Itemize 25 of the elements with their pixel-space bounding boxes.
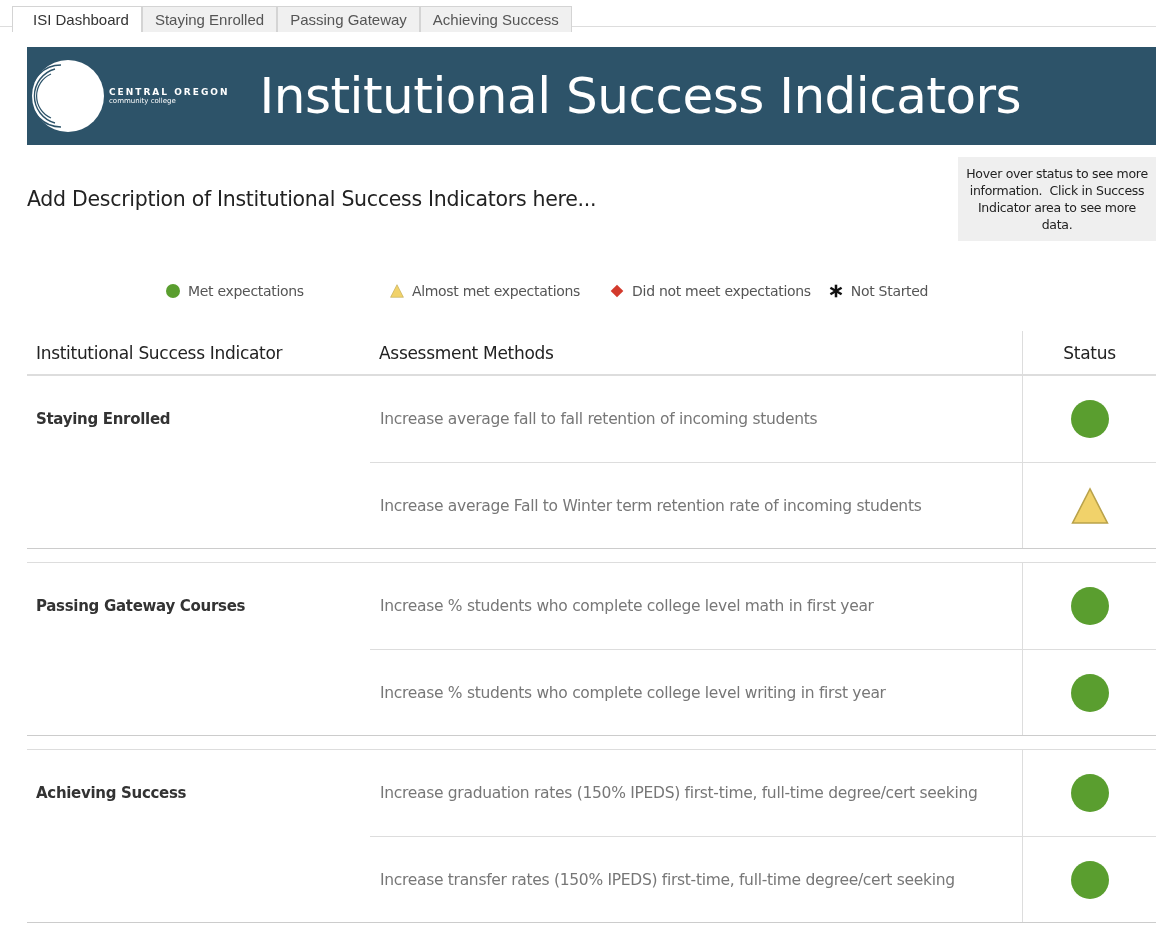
hover-hint-note: Hover over status to see more information. Click in Success Indicator area to see more data. bbox=[958, 157, 1156, 241]
method-text: Increase % students who complete college level writing in first year bbox=[380, 682, 886, 704]
description-text: Add Description of Institutional Success Indicators here... bbox=[27, 187, 597, 211]
legend-label: Met expectations bbox=[188, 283, 304, 299]
tab[interactable]: Achieving Success bbox=[419, 6, 572, 32]
logo-text: CENTRAL OREGON bbox=[109, 87, 230, 97]
method-text: Increase % students who complete college level math in first year bbox=[380, 596, 874, 617]
tab[interactable]: Staying Enrolled bbox=[141, 6, 278, 32]
college-logo-icon bbox=[31, 59, 105, 133]
column-header: Status bbox=[1022, 331, 1156, 374]
legend-label: Not Started bbox=[850, 283, 929, 299]
method-text: Increase average Fall to Winter term retention rate of incoming students bbox=[380, 495, 922, 517]
method-text: Increase graduation rates (150% IPEDS) first-time, full-time degree/cert seeking bbox=[380, 783, 978, 804]
method-text: Increase average fall to fall retention of incoming students bbox=[380, 409, 818, 430]
indicator-label[interactable]: Passing Gateway Courses bbox=[27, 563, 370, 735]
column-header: Assessment Methods bbox=[378, 342, 555, 363]
legend-label: Almost met expectations bbox=[411, 283, 581, 299]
tab[interactable]: Passing Gateway bbox=[277, 6, 420, 32]
indicator-label[interactable]: Achieving Success bbox=[27, 750, 370, 922]
dashboard-title: Institutional Success Indicators bbox=[259, 67, 1022, 125]
column-header: Institutional Success Indicator bbox=[35, 342, 284, 363]
method-text: Increase transfer rates (150% IPEDS) first-time, full-time degree/cert seeking bbox=[380, 869, 955, 891]
indicator-label[interactable]: Staying Enrolled bbox=[27, 376, 370, 548]
tab[interactable]: ISI Dashboard bbox=[12, 6, 142, 32]
legend-label: Did not meet expectations bbox=[632, 283, 811, 299]
